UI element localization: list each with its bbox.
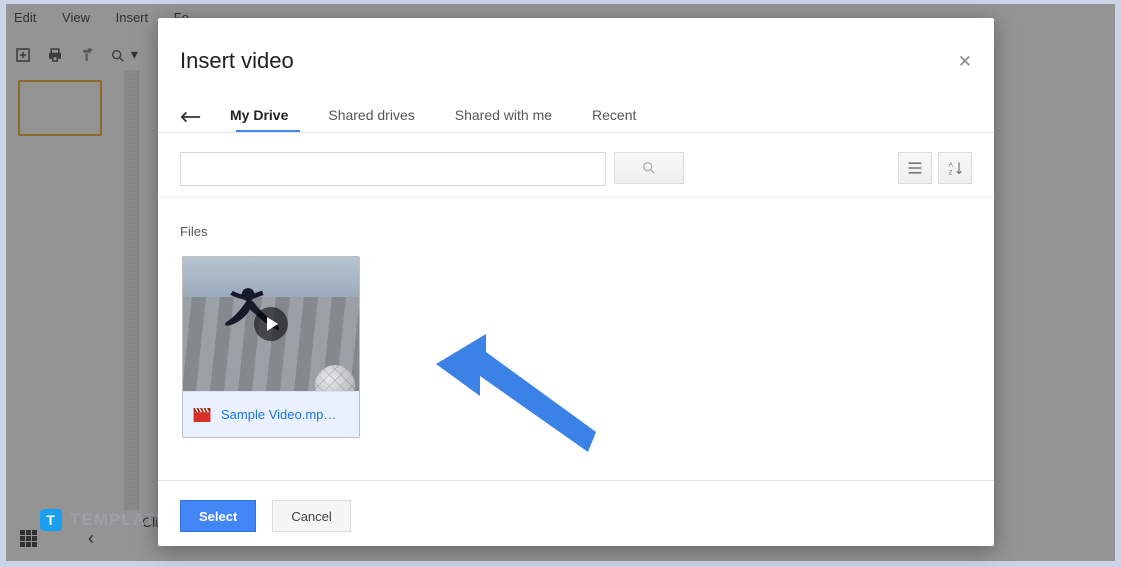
divider xyxy=(158,196,994,197)
insert-video-dialog: Insert video ✕ My Drive Shared drives Sh… xyxy=(158,18,994,546)
view-sort-controls: AZ xyxy=(898,152,972,184)
divider xyxy=(158,480,994,481)
divider xyxy=(158,132,994,133)
sort-az-icon[interactable]: AZ xyxy=(938,152,972,184)
instruction-arrow xyxy=(436,324,616,474)
video-file-card[interactable]: Sample Video.mp… xyxy=(182,256,360,438)
search-input[interactable] xyxy=(180,152,606,186)
dialog-footer: Select Cancel xyxy=(180,500,351,532)
svg-text:A: A xyxy=(949,161,954,168)
back-arrow-icon[interactable] xyxy=(180,110,202,128)
watermark-badge: T xyxy=(40,509,62,531)
dialog-title: Insert video xyxy=(180,48,294,74)
files-section-header: Files xyxy=(180,224,207,239)
tab-shared-drives[interactable]: Shared drives xyxy=(328,107,414,131)
tab-recent[interactable]: Recent xyxy=(592,107,636,131)
file-name: Sample Video.mp… xyxy=(221,407,336,422)
play-icon xyxy=(254,307,288,341)
close-icon[interactable]: ✕ xyxy=(958,52,972,72)
tab-my-drive[interactable]: My Drive xyxy=(230,107,288,131)
video-file-icon xyxy=(193,408,211,422)
file-info-bar: Sample Video.mp… xyxy=(183,391,359,437)
watermark-brand: TEMPLATE xyxy=(70,510,168,530)
video-thumbnail xyxy=(183,257,359,391)
tab-shared-with-me[interactable]: Shared with me xyxy=(455,107,552,131)
svg-text:Z: Z xyxy=(949,169,953,176)
select-button[interactable]: Select xyxy=(180,500,256,532)
list-view-icon[interactable] xyxy=(898,152,932,184)
search-button[interactable] xyxy=(614,152,684,184)
cancel-button[interactable]: Cancel xyxy=(272,500,350,532)
